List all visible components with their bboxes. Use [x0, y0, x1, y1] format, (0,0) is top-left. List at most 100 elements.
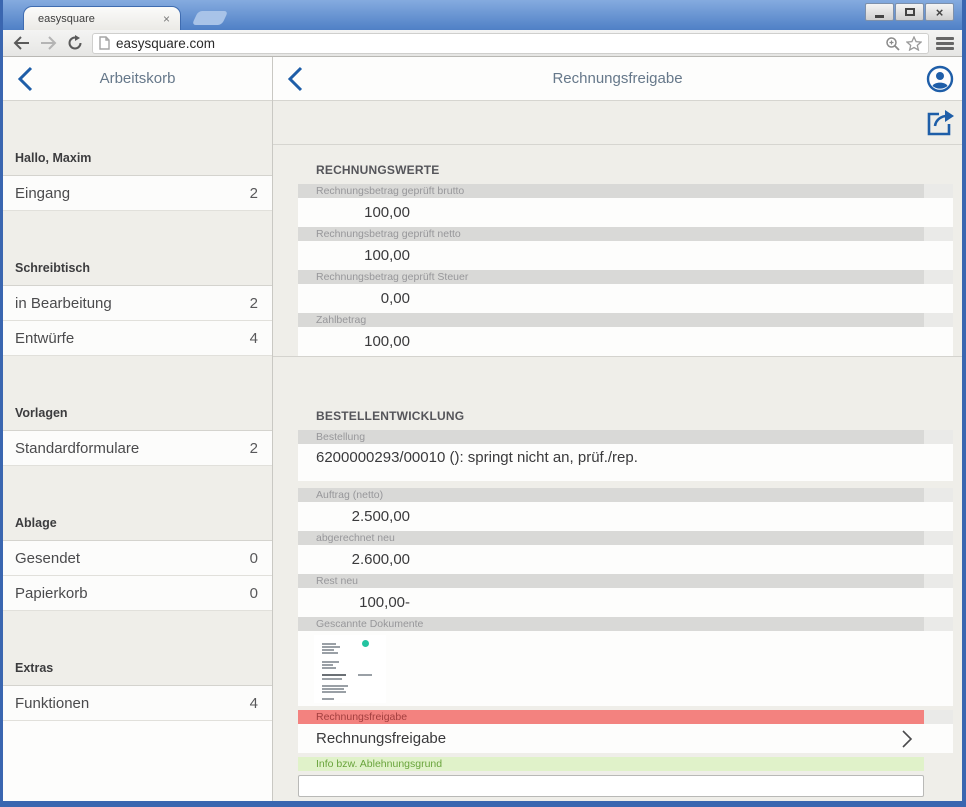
rechnungsfreigabe-link-row[interactable]: Rechnungsfreigabe: [298, 724, 953, 753]
field-value-abgerechnet: 2.600,00: [298, 545, 953, 574]
info-input[interactable]: [298, 775, 924, 797]
easysquare-app: Arbeitskorb Hallo, Maxim Eingang 2 Schre…: [3, 57, 962, 801]
field-label: Bestellung: [298, 430, 924, 444]
sidebar-item-label: Entwürfe: [15, 330, 250, 347]
sidebar-title: Arbeitskorb: [3, 70, 272, 87]
sidebar-item-count: 4: [250, 330, 258, 347]
main-header: Rechnungsfreigabe: [273, 57, 962, 101]
window-minimize-button[interactable]: [865, 3, 894, 21]
sidebar-item-eingang[interactable]: Eingang 2: [3, 176, 272, 211]
tab-close-icon[interactable]: ×: [161, 13, 172, 25]
sidebar-group-ablage: Ablage: [3, 466, 272, 541]
browser-tab[interactable]: easysquare ×: [23, 6, 181, 30]
browser-window: easysquare × × easysquare.com: [0, 0, 966, 807]
field-value-text: 100,00-: [298, 588, 410, 617]
field-value-steuer: 0,00: [298, 284, 953, 313]
field-label-red: Rechnungsfreigabe: [298, 710, 924, 724]
sidebar-item-count: 0: [250, 585, 258, 602]
zoom-icon[interactable]: [885, 36, 900, 51]
scrollbar-gutter: [924, 617, 953, 631]
field-label-row-info: Info bzw. Ablehnungsgrund: [298, 757, 953, 771]
field-value-bestellung: 6200000293/00010 (): springt nicht an, p…: [298, 444, 953, 481]
sidebar-item-label: Gesendet: [15, 550, 250, 567]
field-label: abgerechnet neu: [298, 531, 924, 545]
scrollbar-gutter: [924, 710, 953, 724]
main-pane: Rechnungsfreigabe: [273, 57, 962, 801]
field-label: Rechnungsbetrag geprüft Steuer: [298, 270, 924, 284]
sidebar-body: Hallo, Maxim Eingang 2 Schreibtisch in B…: [3, 101, 272, 801]
sidebar-item-gesendet[interactable]: Gesendet 0: [3, 541, 272, 576]
sidebar-item-entwuerfe[interactable]: Entwürfe 4: [3, 321, 272, 356]
scrollbar-gutter: [924, 430, 953, 444]
field-label: Auftrag (netto): [298, 488, 924, 502]
rechnungsfreigabe-value: Rechnungsfreigabe: [298, 724, 901, 753]
sidebar-item-count: 4: [250, 695, 258, 712]
sidebar-item-papierkorb[interactable]: Papierkorb 0: [3, 576, 272, 611]
scrollbar-gutter: [924, 270, 953, 284]
maximize-icon: [905, 8, 915, 16]
field-label-row: Gescannte Dokumente: [298, 617, 953, 631]
browser-titlebar: easysquare × ×: [3, 0, 962, 30]
browser-toolbar: easysquare.com: [3, 30, 962, 57]
sidebar-item-label: Standardformulare: [15, 440, 250, 457]
field-label-row: Bestellung: [298, 430, 953, 444]
field-label-row: Rechnungsbetrag geprüft brutto: [298, 184, 953, 198]
window-close-button[interactable]: ×: [925, 3, 954, 21]
field-value-brutto: 100,00: [298, 198, 953, 227]
sidebar-item-label: Eingang: [15, 185, 250, 202]
scrollbar-gutter: [924, 313, 953, 327]
field-value-text: 100,00: [298, 327, 410, 356]
sidebar-item-in-bearbeitung[interactable]: in Bearbeitung 2: [3, 286, 272, 321]
scrollbar-gutter: [924, 488, 953, 502]
sidebar-item-count: 2: [250, 440, 258, 457]
refresh-button[interactable]: [65, 33, 85, 53]
field-value-zahlbetrag: 100,00: [298, 327, 953, 356]
field-label-row: Zahlbetrag: [298, 313, 953, 327]
share-icon[interactable]: [925, 108, 955, 138]
tab-title: easysquare: [38, 13, 161, 25]
field-label-row: Rechnungsbetrag geprüft Steuer: [298, 270, 953, 284]
minimize-icon: [875, 15, 884, 18]
main-action-bar: [273, 101, 962, 145]
user-account-icon[interactable]: [926, 65, 954, 93]
field-label: Rest neu: [298, 574, 924, 588]
field-value-text: 100,00: [298, 241, 410, 270]
section-title-bestellentwicklung: BESTELLENTWICKLUNG: [298, 409, 953, 430]
url-text[interactable]: easysquare.com: [116, 36, 879, 51]
scrollbar-gutter: [924, 227, 953, 241]
bookmark-star-icon[interactable]: [906, 36, 922, 51]
close-icon: ×: [936, 6, 944, 19]
field-label: Rechnungsbetrag geprüft brutto: [298, 184, 924, 198]
field-value-text: 0,00: [298, 284, 410, 313]
main-title: Rechnungsfreigabe: [273, 70, 962, 87]
sidebar-item-funktionen[interactable]: Funktionen 4: [3, 686, 272, 721]
forward-button[interactable]: [38, 33, 58, 53]
field-value-text: 2.600,00: [298, 545, 410, 574]
field-label-row: Rechnungsbetrag geprüft netto: [298, 227, 953, 241]
browser-menu-icon[interactable]: [936, 37, 954, 50]
field-label: Rechnungsbetrag geprüft netto: [298, 227, 924, 241]
address-bar[interactable]: easysquare.com: [92, 33, 929, 54]
back-button[interactable]: [11, 33, 31, 53]
sidebar-item-label: Papierkorb: [15, 585, 250, 602]
sidebar-item-label: in Bearbeitung: [15, 295, 250, 312]
main-back-icon[interactable]: [287, 66, 303, 92]
field-label-row-rechnungsfreigabe: Rechnungsfreigabe: [298, 710, 953, 724]
new-tab-button[interactable]: [192, 11, 229, 25]
scrollbar-gutter: [924, 574, 953, 588]
document-thumbnail[interactable]: [314, 635, 386, 703]
sidebar-group-extras: Extras: [3, 611, 272, 686]
field-value-text: 2.500,00: [298, 502, 410, 531]
section-title-rechnungswerte: RECHNUNGSWERTE: [298, 145, 953, 184]
sidebar-item-count: 2: [250, 295, 258, 312]
sidebar-back-icon[interactable]: [17, 66, 33, 92]
window-maximize-button[interactable]: [895, 3, 924, 21]
sidebar-group-vorlagen: Vorlagen: [3, 356, 272, 431]
sidebar-item-standardformulare[interactable]: Standardformulare 2: [3, 431, 272, 466]
field-label: Gescannte Dokumente: [298, 617, 924, 631]
sidebar: Arbeitskorb Hallo, Maxim Eingang 2 Schre…: [3, 57, 273, 801]
sidebar-header: Arbeitskorb: [3, 57, 272, 101]
field-value-auftrag: 2.500,00: [298, 502, 953, 531]
scrollbar-gutter: [924, 184, 953, 198]
chevron-right-icon: [901, 729, 913, 749]
